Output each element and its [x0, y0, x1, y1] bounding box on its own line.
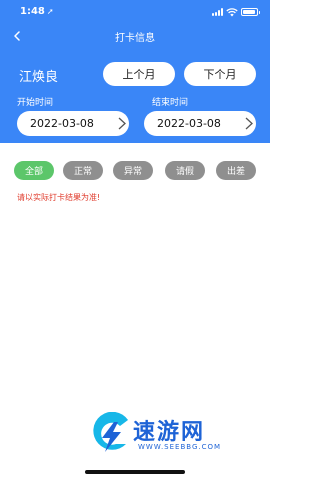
filter-chip-label: 全部 [24, 167, 43, 177]
filter-chip-abnormal[interactable]: 异常 [113, 161, 153, 180]
end-date-label: 结束时间 [152, 98, 189, 108]
chevron-right-icon [118, 117, 126, 130]
wifi-icon [226, 7, 238, 16]
filter-chip-all[interactable]: 全部 [14, 161, 54, 180]
watermark-text: 速游网 [133, 419, 206, 445]
status-icons [212, 6, 260, 18]
prev-month-button[interactable]: 上个月 [103, 62, 175, 86]
end-date-value: 2022-03-08 [157, 117, 221, 130]
filter-chip-normal[interactable]: 正常 [63, 161, 103, 180]
status-bar: 1:48 ➚ [0, 0, 270, 24]
filter-chip-business-trip[interactable]: 出差 [216, 161, 256, 180]
battery-icon [241, 8, 260, 16]
start-date-value: 2022-03-08 [30, 117, 94, 130]
page-title: 打卡信息 [115, 33, 155, 44]
header-panel: 1:48 ➚ 打卡信息 江焕良 上个月 下个月 开始时间 结束时间 2022-03… [0, 0, 270, 143]
nav-bar: 打卡信息 [0, 25, 270, 47]
status-time: 1:48 ➚ [20, 6, 54, 17]
start-date-field[interactable]: 2022-03-08 [17, 111, 129, 136]
filter-chip-label: 出差 [226, 167, 245, 177]
user-name: 江焕良 [19, 70, 59, 85]
next-month-button[interactable]: 下个月 [184, 62, 256, 86]
end-date-field[interactable]: 2022-03-08 [144, 111, 256, 136]
notice-text: 请以实际打卡结果为准! [17, 193, 101, 202]
start-date-label: 开始时间 [17, 98, 54, 108]
filter-chip-label: 正常 [73, 167, 92, 177]
status-time-text: 1:48 [20, 6, 45, 17]
watermark-logo-icon [93, 412, 128, 452]
filter-chip-label: 请假 [175, 167, 194, 177]
home-indicator [85, 470, 185, 474]
location-icon: ➚ [46, 7, 54, 16]
filter-chip-leave[interactable]: 请假 [165, 161, 205, 180]
signal-icon [212, 8, 223, 16]
filter-chips: 全部 正常 异常 请假 出差 [0, 161, 270, 180]
chevron-right-icon [245, 117, 253, 130]
filter-chip-label: 异常 [123, 167, 142, 177]
watermark-url: WWW.SEEBBG.COM [138, 443, 222, 451]
watermark: 速游网 WWW.SEEBBG.COM [88, 410, 258, 458]
